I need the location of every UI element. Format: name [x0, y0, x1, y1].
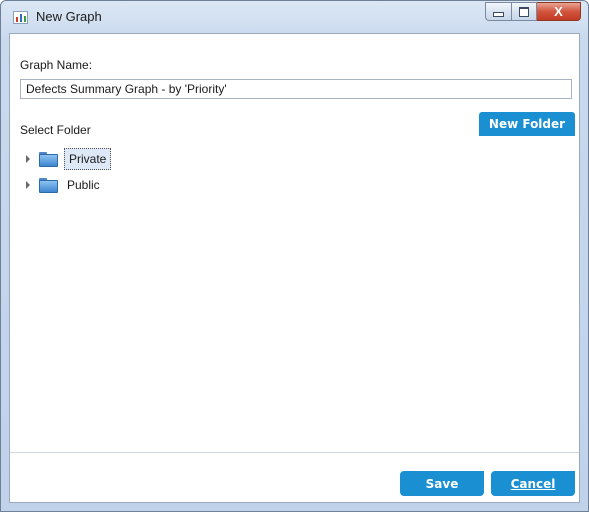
maximize-icon — [519, 6, 529, 17]
graph-name-input[interactable] — [20, 79, 572, 99]
expand-arrow-icon[interactable] — [26, 181, 30, 189]
cancel-button[interactable]: Cancel — [491, 471, 575, 496]
dialog-content: Graph Name: Select Folder New Folder Pri… — [9, 33, 580, 503]
folder-icon — [39, 177, 58, 193]
minimize-icon — [493, 12, 504, 17]
minimize-button[interactable] — [485, 2, 511, 21]
folder-tree: Private Public — [24, 146, 112, 198]
tree-item-private[interactable]: Private — [24, 146, 112, 172]
window-title: New Graph — [36, 9, 102, 24]
graph-name-label: Graph Name: — [20, 58, 93, 72]
bar-chart-icon — [13, 11, 28, 24]
title-bar[interactable]: New Graph X — [1, 1, 588, 33]
maximize-button[interactable] — [511, 2, 537, 21]
select-folder-label: Select Folder — [20, 123, 91, 137]
footer-divider — [10, 452, 579, 453]
close-button[interactable]: X — [537, 2, 581, 21]
tree-item-label[interactable]: Public — [64, 176, 103, 194]
folder-icon — [39, 151, 58, 167]
save-button[interactable]: Save — [400, 471, 484, 496]
dialog-window: New Graph X Graph Name: Select Folder Ne… — [0, 0, 589, 512]
window-controls: X — [485, 2, 581, 22]
new-folder-button[interactable]: New Folder — [479, 112, 575, 136]
expand-arrow-icon[interactable] — [26, 155, 30, 163]
close-icon: X — [554, 4, 563, 19]
tree-item-public[interactable]: Public — [24, 172, 111, 198]
tree-item-label[interactable]: Private — [64, 148, 112, 170]
